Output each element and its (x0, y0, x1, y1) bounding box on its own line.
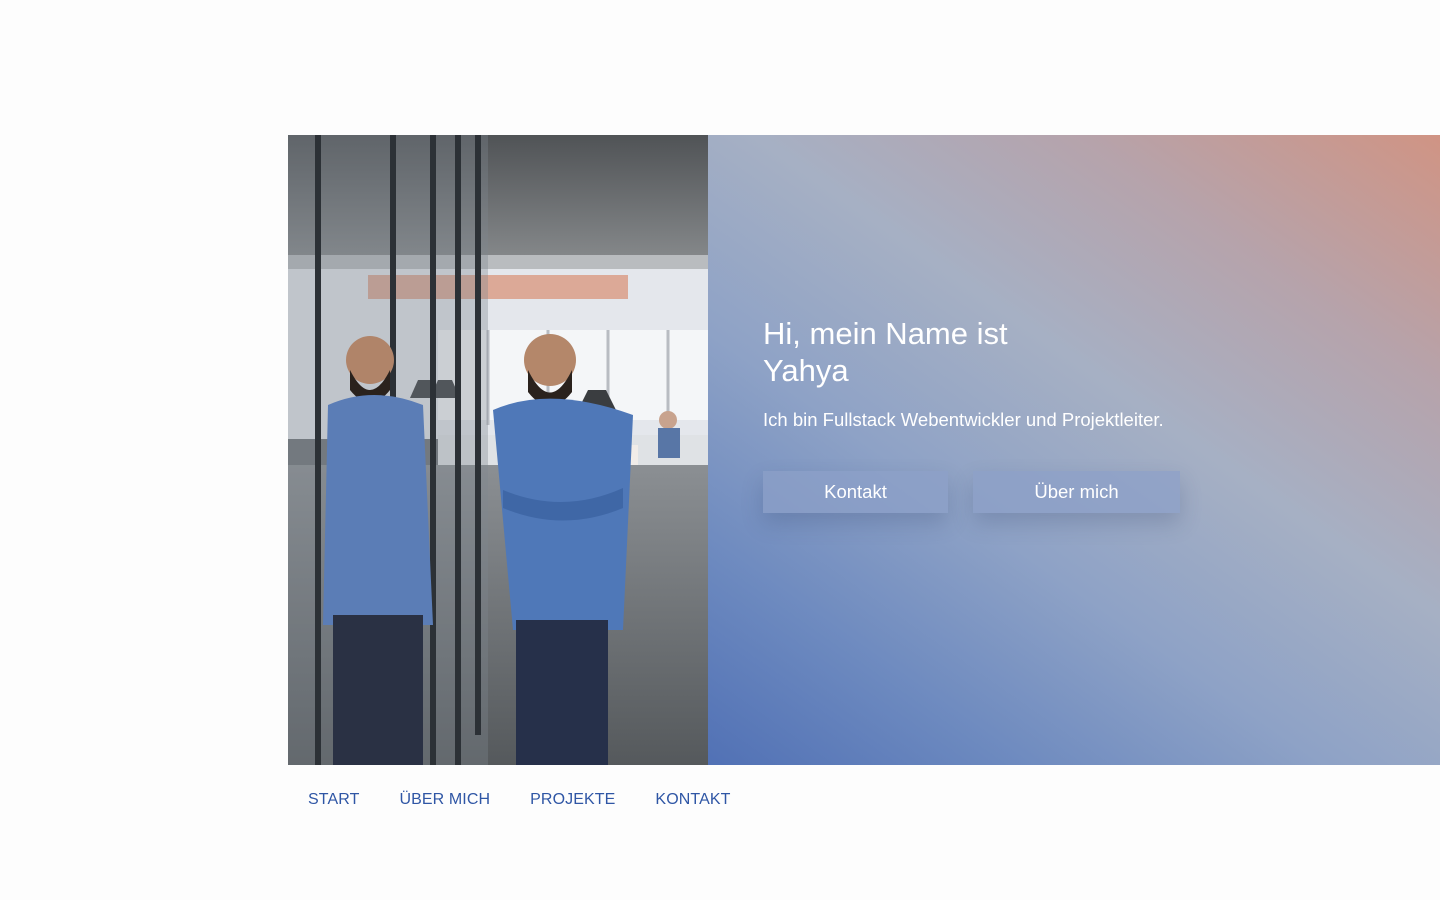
portrait-photo (288, 135, 708, 765)
intro-panel: Hi, mein Name ist Yahya Ich bin Fullstac… (708, 135, 1440, 765)
page-title: Hi, mein Name ist Yahya (763, 316, 1008, 388)
nav-item-start[interactable]: START (308, 790, 359, 810)
nav-item-contact[interactable]: KONTAKT (655, 790, 730, 810)
nav-item-projects[interactable]: PROJEKTE (530, 790, 615, 810)
contact-button[interactable]: Kontakt (763, 471, 948, 513)
intro-content: Hi, mein Name ist Yahya Ich bin Fullstac… (763, 315, 1180, 513)
main-navigation: START ÜBER MICH PROJEKTE KONTAKT (308, 790, 731, 810)
hero-actions: Kontakt Über mich (763, 471, 1180, 513)
nav-item-about[interactable]: ÜBER MICH (399, 790, 490, 810)
about-me-button[interactable]: Über mich (973, 471, 1180, 513)
page: Hi, mein Name ist Yahya Ich bin Fullstac… (0, 0, 1440, 900)
portrait-illustration (288, 135, 708, 765)
tagline: Ich bin Fullstack Webentwickler und Proj… (763, 409, 1164, 430)
hero-section: Hi, mein Name ist Yahya Ich bin Fullstac… (288, 135, 1440, 765)
